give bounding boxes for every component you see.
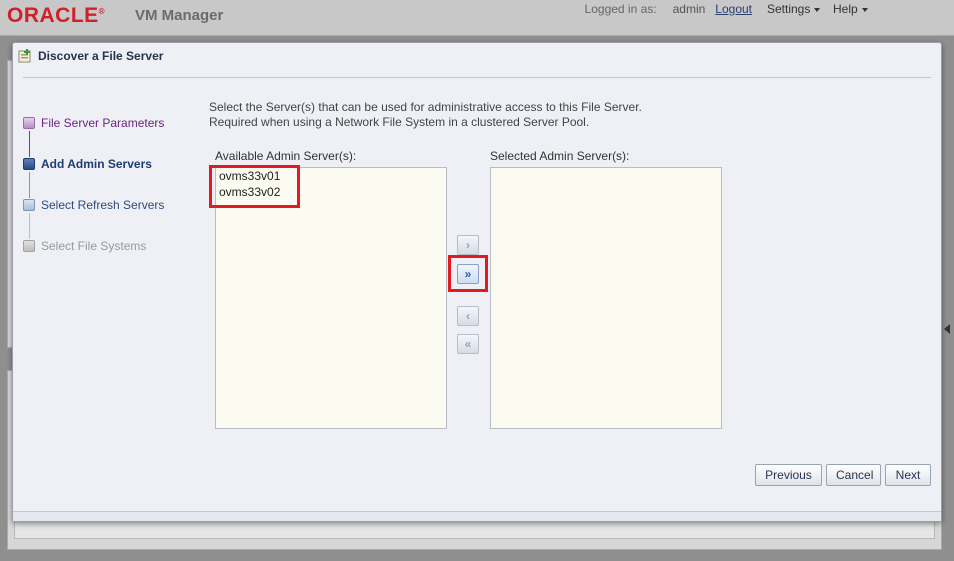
divider — [23, 77, 931, 78]
chevron-down-icon — [861, 7, 868, 12]
step-label: Select Refresh Servers — [41, 198, 165, 212]
step-current-icon — [23, 158, 35, 170]
selected-servers-list[interactable] — [490, 167, 722, 429]
instructions-line-2: Required when using a Network File Syste… — [209, 115, 590, 129]
next-button[interactable]: Next — [885, 464, 931, 486]
dialog-title: Discover a File Server — [38, 49, 164, 63]
app-header: ORACLE® VM Manager Logged in as: admin L… — [0, 0, 954, 36]
selected-servers-label: Selected Admin Server(s): — [490, 149, 630, 163]
cancel-button[interactable]: Cancel — [826, 464, 881, 486]
file-server-icon — [18, 49, 31, 63]
highlight-annotation — [209, 165, 300, 208]
double-chevron-left-icon: « — [464, 337, 472, 351]
step-visited-icon — [23, 117, 35, 129]
step-connector — [29, 131, 30, 157]
step-select-file-systems: Select File Systems — [23, 238, 146, 254]
available-servers-label: Available Admin Server(s): — [215, 149, 357, 163]
instructions-line-1: Select the Server(s) that can be used fo… — [209, 100, 642, 114]
remove-button[interactable]: ‹ — [457, 306, 479, 326]
discover-file-server-dialog: Discover a File Server File Server Param… — [12, 42, 942, 522]
chevron-left-icon: ‹ — [466, 309, 470, 323]
logout-link[interactable]: Logout — [715, 2, 752, 16]
step-next-icon — [23, 199, 35, 211]
previous-button[interactable]: Previous — [755, 464, 822, 486]
remove-all-button[interactable]: « — [457, 334, 479, 354]
help-menu[interactable]: Help — [833, 2, 868, 16]
dialog-footer — [13, 511, 941, 521]
step-label: Select File Systems — [41, 239, 147, 253]
step-add-admin-servers: Add Admin Servers — [23, 156, 152, 172]
logged-in-label: Logged in as: — [584, 2, 657, 16]
user-info: Logged in as: admin Logout — [585, 2, 752, 16]
step-connector — [29, 213, 30, 239]
product-name: VM Manager — [135, 7, 224, 24]
step-file-server-parameters[interactable]: File Server Parameters — [23, 115, 164, 131]
settings-menu[interactable]: Settings — [767, 2, 821, 16]
oracle-logo: ORACLE® — [7, 4, 106, 27]
step-select-refresh-servers[interactable]: Select Refresh Servers — [23, 197, 164, 213]
wizard-train: File Server Parameters Add Admin Servers… — [23, 111, 203, 261]
step-connector — [29, 172, 30, 198]
settings-menu-label: Settings — [767, 2, 811, 16]
collapse-handle-icon[interactable] — [942, 322, 952, 336]
move-button[interactable]: › — [457, 235, 479, 255]
step-disabled-icon — [23, 240, 35, 252]
chevron-right-icon: › — [466, 238, 470, 252]
username: admin — [672, 2, 706, 16]
help-menu-label: Help — [833, 2, 858, 16]
highlight-annotation — [448, 255, 488, 292]
step-label: File Server Parameters — [41, 116, 165, 130]
instructions: Select the Server(s) that can be used fo… — [209, 100, 642, 130]
step-label: Add Admin Servers — [41, 157, 152, 171]
chevron-down-icon — [814, 7, 821, 12]
